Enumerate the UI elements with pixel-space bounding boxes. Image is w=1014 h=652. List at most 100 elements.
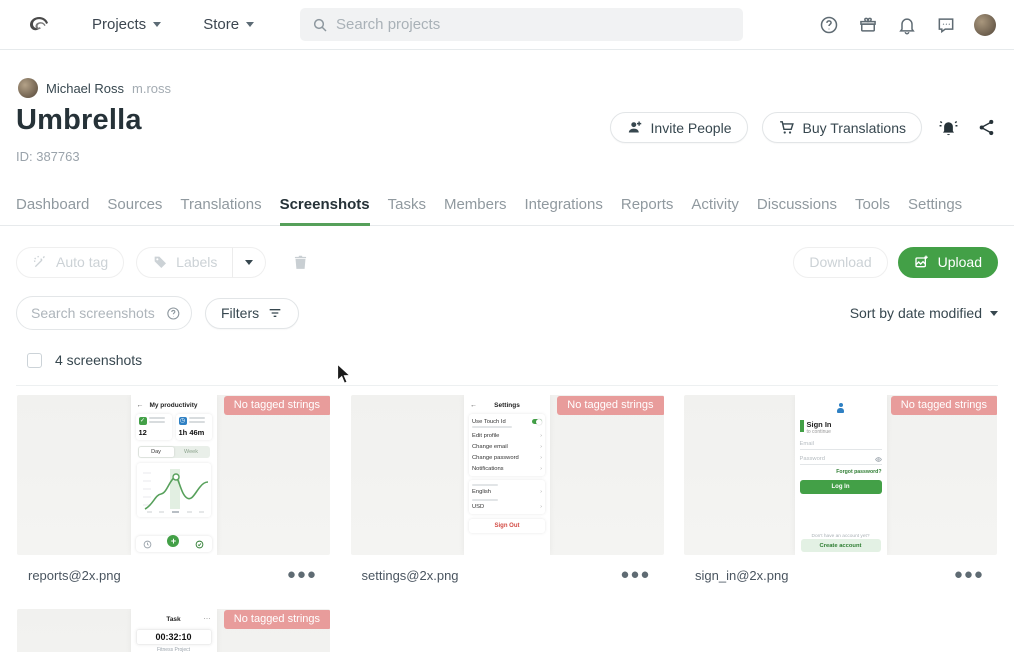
messages-icon[interactable] [935,14,957,36]
search-icon [312,17,328,33]
auto-tag-button[interactable]: Auto tag [16,247,124,278]
tab-settings[interactable]: Settings [908,196,962,225]
screenshot-filename[interactable]: sign_in@2x.png [695,568,788,583]
question-circle-icon[interactable] [166,305,181,322]
screenshot-thumbnail[interactable]: ← Settings Use Touch Id Edit profile› Ch… [351,395,664,555]
notifications-icon[interactable] [896,14,918,36]
screenshots-search-input[interactable] [31,305,160,321]
screenshot-filename[interactable]: settings@2x.png [362,568,459,583]
add-fab-icon: + [167,535,179,547]
tab-screenshots[interactable]: Screenshots [280,196,370,226]
tab-discussions[interactable]: Discussions [757,196,837,225]
tab-dashboard[interactable]: Dashboard [16,196,89,225]
filter-row: Filters Sort by date modified [16,296,998,330]
projects-search-input[interactable] [336,16,731,33]
filters-button[interactable]: Filters [205,298,299,329]
chevron-down-icon [153,22,161,27]
invite-people-button[interactable]: Invite People [610,112,748,143]
mock-language: English [472,489,491,495]
labels-button[interactable]: Labels [136,247,232,278]
user-avatar[interactable] [974,14,996,36]
chevron-down-icon [246,22,254,27]
project-owner[interactable]: Michael Ross m.ross [18,78,171,98]
screenshot-thumbnail[interactable]: Sign In to continue Email Password Forgo… [684,395,997,555]
image-add-icon [914,254,930,270]
clock-icon: ◷ [179,417,187,425]
screenshots-grid: ← My productivity ✓ 12 ◷ 1h 46m [17,395,997,652]
invite-people-label: Invite People [651,120,732,136]
back-arrow-icon: ← [470,402,477,409]
mock-title: Task [166,616,180,623]
accent-bar [800,420,804,432]
share-icon [977,118,996,137]
mock-subtitle: to continue [807,429,832,435]
gift-icon[interactable] [857,14,879,36]
mock-email-field: Email [800,441,815,447]
screenshot-card-signin: Sign In to continue Email Password Forgo… [684,395,997,583]
screenshot-thumbnail[interactable]: ← My productivity ✓ 12 ◷ 1h 46m [17,395,330,555]
crowdin-logo[interactable] [26,12,52,38]
download-button[interactable]: Download [793,247,887,278]
labels-dropdown-button[interactable] [232,247,266,278]
selection-row: 4 screenshots [27,352,142,368]
mock-currency: USD [472,504,484,510]
help-icon[interactable] [818,14,840,36]
no-tagged-strings-badge: No tagged strings [891,396,997,415]
select-all-checkbox[interactable] [27,353,42,368]
check-circle-icon [195,540,204,549]
mock-title: My productivity [149,402,197,409]
tab-tools[interactable]: Tools [855,196,890,225]
header-actions: Invite People Buy Translations [610,112,998,143]
tab-sources[interactable]: Sources [107,196,162,225]
sort-dropdown[interactable]: Sort by date modified [850,305,998,321]
mock-title: Sign In [807,420,832,429]
person-add-icon [626,119,643,136]
project-id: ID: 387763 [16,149,80,164]
upload-button[interactable]: Upload [898,247,998,278]
owner-name: Michael Ross [46,81,124,96]
back-arrow-icon: ← [137,402,144,409]
tab-members[interactable]: Members [444,196,507,225]
nav-projects[interactable]: Projects [92,16,161,33]
app-user-icon [800,403,882,413]
mock-timer: 00:32:10 [136,629,212,645]
nav-store[interactable]: Store [203,16,254,33]
tab-reports[interactable]: Reports [621,196,674,225]
mock-item: Change password [472,455,519,461]
buy-translations-label: Buy Translations [803,120,907,136]
phone-mockup-task: Task ⋯ 00:32:10 Fitness Project [131,609,217,652]
screenshots-count: 4 screenshots [55,352,142,368]
owner-username: m.ross [132,81,171,96]
share-button[interactable] [975,118,998,137]
nav-store-label: Store [203,16,239,33]
mock-create-account: Create account [801,539,881,552]
phone-mockup-settings: ← Settings Use Touch Id Edit profile› Ch… [464,395,550,555]
project-tabs: Dashboard Sources Translations Screensho… [0,196,1014,226]
more-menu-button[interactable]: ●●● [952,567,986,583]
owner-avatar [18,78,38,98]
tab-integrations[interactable]: Integrations [524,196,602,225]
screenshot-thumbnail[interactable]: Task ⋯ 00:32:10 Fitness Project No tagge… [17,609,330,652]
toggle-on-icon [532,419,542,424]
sort-label: Sort by date modified [850,305,982,321]
more-menu-button[interactable]: ●●● [285,567,319,583]
mock-touch-id: Use Touch Id [472,419,506,425]
subscribe-bell-button[interactable] [936,117,961,138]
cart-icon [778,119,795,136]
divider [16,385,998,386]
chevron-down-icon [245,260,253,265]
upload-label: Upload [938,254,982,270]
mock-tab-week: Week [174,447,209,457]
tab-activity[interactable]: Activity [691,196,739,225]
labels-label: Labels [176,254,217,270]
buy-translations-button[interactable]: Buy Translations [762,112,923,143]
delete-button[interactable] [292,254,309,271]
screenshot-card-task: Task ⋯ 00:32:10 Fitness Project No tagge… [17,609,330,652]
more-menu-button[interactable]: ●●● [618,567,652,583]
no-tagged-strings-badge: No tagged strings [557,396,663,415]
tab-tasks[interactable]: Tasks [388,196,426,225]
tag-icon [152,254,168,270]
screenshot-filename[interactable]: reports@2x.png [28,568,121,583]
tab-translations[interactable]: Translations [180,196,261,225]
check-icon: ✓ [139,417,147,425]
